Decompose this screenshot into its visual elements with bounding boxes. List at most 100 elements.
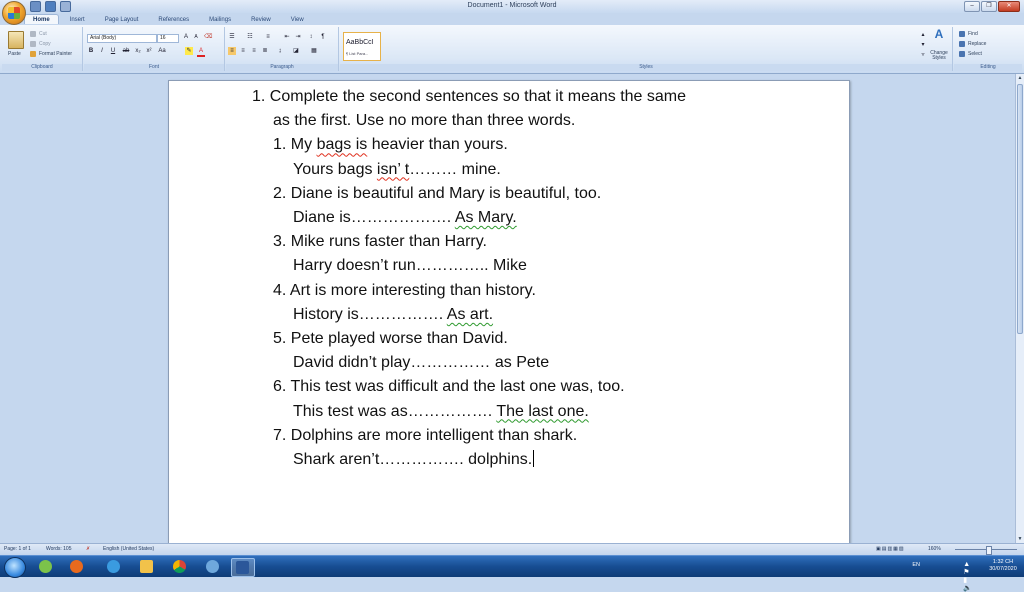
align-left-icon[interactable]: ≡: [228, 47, 236, 55]
styles-more-icon[interactable]: ▿: [919, 51, 927, 59]
restore-button[interactable]: ❐: [981, 1, 997, 12]
minimize-button[interactable]: –: [964, 1, 980, 12]
paste-button[interactable]: Paste: [8, 51, 21, 57]
change-styles-button[interactable]: Change Styles: [928, 51, 950, 61]
format-painter-icon[interactable]: [30, 51, 36, 57]
align-right-icon[interactable]: ≡: [250, 47, 258, 55]
office-button[interactable]: [2, 1, 26, 25]
document-text[interactable]: 1. Complete the second sentences so that…: [252, 85, 812, 472]
tab-insert[interactable]: Insert: [61, 14, 94, 24]
document-line[interactable]: 5. Pete played worse than David.: [252, 327, 812, 351]
sort-icon[interactable]: ↕: [307, 33, 315, 41]
document-line[interactable]: 7. Dolphins are more intelligent than sh…: [252, 424, 812, 448]
select-icon[interactable]: [959, 51, 965, 57]
multilevel-list-icon[interactable]: ≡: [264, 33, 272, 41]
paste-icon[interactable]: [8, 31, 24, 49]
document-line[interactable]: 1. My bags is heavier than yours.: [252, 133, 812, 157]
document-line[interactable]: David didn’t play…………… as Pete: [252, 351, 812, 375]
bullets-icon[interactable]: ☰: [228, 33, 236, 41]
tab-review[interactable]: Review: [242, 14, 280, 24]
taskbar-app-3[interactable]: [103, 558, 125, 575]
vertical-scrollbar[interactable]: ▲ ▼: [1015, 74, 1024, 543]
taskbar-app-word[interactable]: [231, 558, 255, 577]
styles-scroll-down-icon[interactable]: ▾: [919, 41, 927, 49]
style-name-text: ¶ List Para...: [346, 51, 369, 56]
taskbar-app-4[interactable]: [136, 558, 158, 575]
start-button[interactable]: [4, 557, 26, 578]
page-count[interactable]: Page: 1 of 1: [4, 546, 31, 552]
document-line[interactable]: 3. Mike runs faster than Harry.: [252, 230, 812, 254]
copy-button[interactable]: Copy: [39, 41, 51, 47]
font-color-icon[interactable]: A: [197, 47, 205, 57]
tab-view[interactable]: View: [282, 14, 313, 24]
font-size-combo[interactable]: 16: [157, 34, 179, 43]
document-page[interactable]: 1. Complete the second sentences so that…: [168, 80, 850, 543]
grow-font-icon[interactable]: A: [182, 33, 190, 41]
scroll-thumb[interactable]: [1017, 84, 1023, 334]
find-button[interactable]: Find: [968, 31, 978, 37]
format-painter-button[interactable]: Format Painter: [39, 51, 72, 57]
document-line[interactable]: 6. This test was difficult and the last …: [252, 375, 812, 399]
taskbar-app-5[interactable]: [169, 558, 191, 575]
view-buttons[interactable]: ▣▤▥▦▧: [876, 546, 905, 552]
document-line[interactable]: 2. Diane is beautiful and Mary is beauti…: [252, 182, 812, 206]
word-count[interactable]: Words: 105: [46, 546, 71, 552]
zoom-slider-knob[interactable]: [986, 546, 992, 555]
clock[interactable]: 1:32 CH 30/07/2020: [986, 559, 1020, 573]
decrease-indent-icon[interactable]: ⇤: [283, 33, 291, 41]
line-spacing-icon[interactable]: ↨: [276, 47, 284, 55]
document-line[interactable]: 4. Art is more interesting than history.: [252, 279, 812, 303]
scroll-down-icon[interactable]: ▼: [1016, 535, 1024, 543]
taskbar-app-2[interactable]: [66, 558, 88, 575]
increase-indent-icon[interactable]: ⇥: [294, 33, 302, 41]
subscript-icon[interactable]: x₂: [134, 47, 142, 55]
tab-page-layout[interactable]: Page Layout: [96, 14, 148, 24]
zoom-level[interactable]: 160%: [928, 546, 941, 552]
superscript-icon[interactable]: x²: [145, 47, 153, 55]
style-list-paragraph[interactable]: AaBbCcI ¶ List Para...: [343, 32, 381, 61]
copy-icon[interactable]: [30, 41, 36, 47]
shading-icon[interactable]: ◪: [292, 47, 300, 55]
taskbar-app-1[interactable]: [35, 558, 57, 575]
change-styles-icon[interactable]: A: [932, 28, 946, 44]
strikethrough-icon[interactable]: ab: [122, 47, 130, 55]
document-line[interactable]: This test was as……………. The last one.: [252, 400, 812, 424]
document-line[interactable]: 1. Complete the second sentences so that…: [252, 85, 812, 109]
cut-icon[interactable]: [30, 31, 36, 37]
replace-icon[interactable]: [959, 41, 965, 47]
font-name-combo[interactable]: Arial (Body): [87, 34, 157, 43]
align-center-icon[interactable]: ≡: [239, 47, 247, 55]
shrink-font-icon[interactable]: A: [192, 33, 200, 41]
document-line[interactable]: Harry doesn’t run………….. Mike: [252, 254, 812, 278]
scroll-up-icon[interactable]: ▲: [1016, 74, 1024, 82]
document-line[interactable]: History is……………. As art.: [252, 303, 812, 327]
language-status[interactable]: English (United States): [103, 546, 154, 552]
cut-button[interactable]: Cut: [39, 31, 47, 37]
document-line[interactable]: Diane is………………. As Mary.: [252, 206, 812, 230]
show-marks-icon[interactable]: ¶: [319, 33, 327, 41]
numbering-icon[interactable]: ☷: [246, 33, 254, 41]
borders-icon[interactable]: ▦: [310, 47, 318, 55]
tab-references[interactable]: References: [149, 14, 198, 24]
select-button[interactable]: Select: [968, 51, 982, 57]
find-icon[interactable]: [959, 31, 965, 37]
tab-mailings[interactable]: Mailings: [200, 14, 240, 24]
styles-scroll-up-icon[interactable]: ▴: [919, 31, 927, 39]
change-case-icon[interactable]: Aa: [158, 47, 166, 55]
document-line[interactable]: Shark aren’t……………. dolphins.: [252, 448, 812, 472]
highlight-icon[interactable]: ✎: [185, 47, 193, 55]
bold-icon[interactable]: B: [87, 47, 95, 55]
close-button[interactable]: ✕: [998, 1, 1020, 12]
underline-icon[interactable]: U: [109, 47, 117, 55]
justify-icon[interactable]: ≣: [261, 47, 269, 55]
proofing-icon[interactable]: ✗: [86, 546, 90, 552]
tray-icons[interactable]: ▲ ⚑ ▮ 🔈: [963, 561, 972, 592]
document-line[interactable]: Yours bags isn’ t……… mine.: [252, 158, 812, 182]
tab-home[interactable]: Home: [24, 14, 59, 24]
document-line[interactable]: as the first. Use no more than three wor…: [252, 109, 812, 133]
replace-button[interactable]: Replace: [968, 41, 986, 47]
clear-format-icon[interactable]: ⌫: [204, 33, 212, 41]
taskbar-app-6[interactable]: [202, 558, 224, 575]
language-indicator[interactable]: EN: [912, 562, 920, 568]
italic-icon[interactable]: I: [98, 47, 106, 55]
